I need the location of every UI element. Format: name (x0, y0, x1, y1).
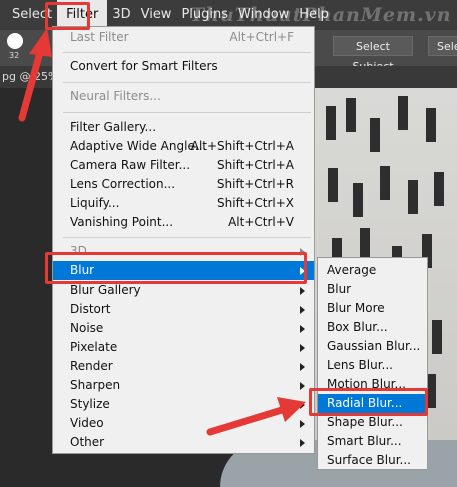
arrow-to-filter-icon (18, 28, 52, 122)
arrow-to-radial-blur-icon (206, 397, 306, 436)
annotation-arrows (18, 28, 306, 436)
